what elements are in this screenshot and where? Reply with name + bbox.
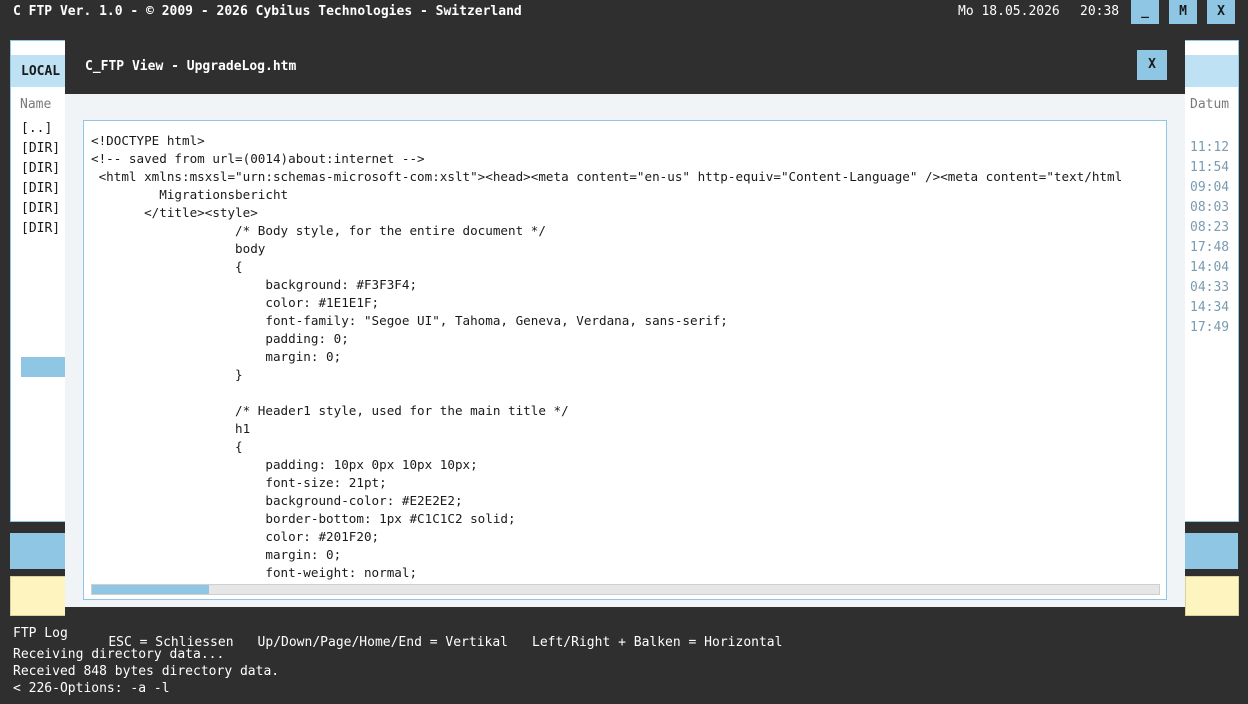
list-item-time: 08:23 <box>1190 220 1230 235</box>
remote-panel: Datum 11:12 11:54 09:04 08:03 08:23 17:4… <box>1185 40 1239 522</box>
selection-highlight[interactable] <box>21 357 66 377</box>
tab-local[interactable]: LOCAL <box>11 55 66 87</box>
list-item-time: 09:04 <box>1190 180 1230 195</box>
app-title: C FTP Ver. 1.0 - © 2009 - 2026 Cybilus T… <box>13 4 522 19</box>
command-bar-left[interactable] <box>10 533 65 569</box>
time-display: 20:38 <box>1080 4 1120 19</box>
dialog-close-button[interactable]: X <box>1137 50 1167 80</box>
maximize-button[interactable]: M <box>1169 0 1197 24</box>
command-bar-right[interactable] <box>1185 533 1238 569</box>
hint-vertical: Up/Down/Page/Home/End = Vertikal <box>257 635 508 650</box>
column-header-date[interactable]: Datum <box>1190 97 1229 112</box>
local-panel: LOCAL Name [..] [DIR] [DIR] [DIR] [DIR] … <box>10 40 66 522</box>
file-content-viewer[interactable]: <!DOCTYPE html> <!-- saved from url=(001… <box>83 120 1167 600</box>
list-item[interactable]: [DIR] <box>21 161 60 176</box>
hint-horizontal: Left/Right + Balken = Horizontal <box>532 635 783 650</box>
dialog-body: <!DOCTYPE html> <!-- saved from url=(001… <box>65 94 1185 607</box>
tab-local-label: LOCAL <box>21 64 61 79</box>
list-item-time: 17:49 <box>1190 320 1230 335</box>
tab-remote[interactable] <box>1185 55 1238 87</box>
column-header-name[interactable]: Name <box>20 97 51 112</box>
list-item-time: 14:04 <box>1190 260 1230 275</box>
status-bar-left <box>10 576 66 616</box>
title-bar: C FTP Ver. 1.0 - © 2009 - 2026 Cybilus T… <box>0 0 1248 24</box>
list-item-time: 14:34 <box>1190 300 1230 315</box>
dialog-title: C_FTP View - UpgradeLog.htm <box>85 59 297 74</box>
date-display: Mo 18.05.2026 <box>958 4 1060 19</box>
dialog-footer-hints: ESC = Schliessen Up/Down/Page/Home/End = … <box>77 620 806 665</box>
list-item-time: 17:48 <box>1190 240 1230 255</box>
list-item[interactable]: [DIR] <box>21 181 60 196</box>
list-item[interactable]: [DIR] <box>21 221 60 236</box>
horizontal-scrollbar[interactable] <box>91 584 1160 595</box>
list-item[interactable]: [DIR] <box>21 141 60 156</box>
file-view-dialog: C_FTP View - UpgradeLog.htm X <!DOCTYPE … <box>65 40 1185 650</box>
list-item-time: 11:54 <box>1190 160 1230 175</box>
minimize-button[interactable]: _ <box>1131 0 1159 24</box>
file-content-text: <!DOCTYPE html> <!-- saved from url=(001… <box>91 133 1123 580</box>
list-item[interactable]: [..] <box>21 121 52 136</box>
list-item-time: 11:12 <box>1190 140 1230 155</box>
ftp-log-title: FTP Log <box>13 626 68 641</box>
dialog-header: C_FTP View - UpgradeLog.htm X <box>65 40 1185 94</box>
scrollbar-thumb[interactable] <box>92 585 209 594</box>
close-app-button[interactable]: X <box>1207 0 1235 24</box>
status-bar-right <box>1185 576 1239 616</box>
hint-esc: ESC = Schliessen <box>108 635 234 650</box>
list-item-time: 04:33 <box>1190 280 1230 295</box>
list-item[interactable]: [DIR] <box>21 201 60 216</box>
list-item-time: 08:03 <box>1190 200 1230 215</box>
